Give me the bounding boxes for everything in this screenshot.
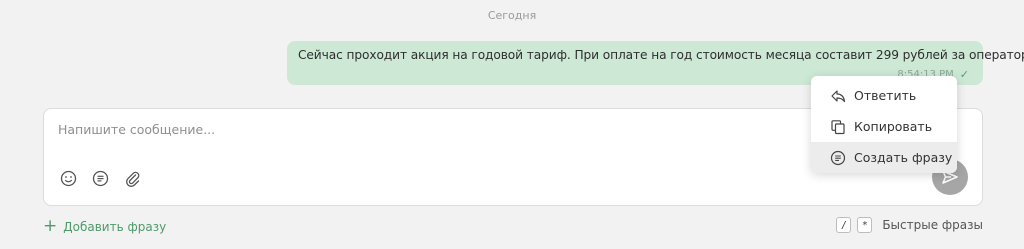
quick-phrases-label[interactable]: Быстрые фразы: [882, 218, 983, 232]
check-icon: ✓: [959, 68, 969, 81]
shortcut-key-slash: /: [836, 217, 852, 233]
phrases-icon[interactable]: [90, 168, 110, 188]
message-context-menu: Ответить Копировать Создать фразу: [811, 76, 957, 173]
plus-icon: +: [43, 216, 58, 236]
menu-item-copy[interactable]: Копировать: [811, 111, 957, 142]
message-input[interactable]: [58, 122, 798, 137]
phrase-icon: [829, 149, 847, 167]
menu-item-create-phrase[interactable]: Создать фразу: [811, 142, 957, 173]
date-separator: Сегодня: [487, 9, 537, 22]
quick-phrases-hint: / * Быстрые фразы: [836, 217, 983, 233]
add-phrase-link[interactable]: + Добавить фразу: [43, 218, 166, 235]
menu-item-label: Ответить: [854, 88, 917, 103]
attach-icon[interactable]: [122, 168, 142, 188]
menu-item-reply[interactable]: Ответить: [811, 80, 957, 111]
copy-icon: [829, 118, 847, 136]
reply-icon: [829, 87, 847, 105]
add-phrase-label: Добавить фразу: [63, 219, 167, 234]
menu-item-label: Создать фразу: [854, 150, 953, 165]
emoji-icon[interactable]: [58, 168, 78, 188]
message-text: Сейчас проходит акция на годовой тариф. …: [298, 48, 1024, 62]
shortcut-key-asterisk: *: [857, 217, 873, 233]
menu-item-label: Копировать: [854, 119, 933, 134]
